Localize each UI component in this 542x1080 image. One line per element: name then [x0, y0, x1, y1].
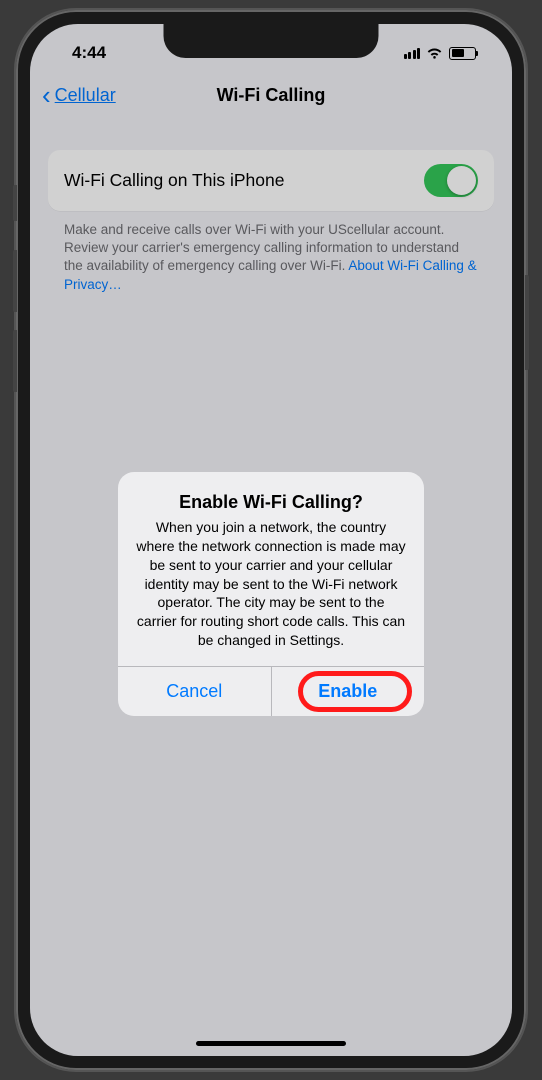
modal-overlay: Enable Wi-Fi Calling? When you join a ne… — [30, 24, 512, 1056]
alert-title: Enable Wi-Fi Calling? — [136, 492, 406, 513]
volume-down-button — [13, 330, 17, 392]
notch — [164, 24, 379, 58]
screen: 4:44 ‹ Cellular Wi-Fi Calling Wi-Fi Ca — [30, 24, 512, 1056]
enable-label: Enable — [318, 681, 377, 701]
alert-message: When you join a network, the country whe… — [136, 518, 406, 650]
home-indicator[interactable] — [196, 1041, 346, 1046]
alert-body: Enable Wi-Fi Calling? When you join a ne… — [118, 472, 424, 666]
mute-switch — [13, 185, 17, 221]
alert-buttons: Cancel Enable — [118, 666, 424, 716]
cancel-button[interactable]: Cancel — [118, 667, 272, 716]
phone-frame: 4:44 ‹ Cellular Wi-Fi Calling Wi-Fi Ca — [16, 10, 526, 1070]
volume-up-button — [13, 250, 17, 312]
cancel-label: Cancel — [166, 681, 222, 701]
enable-button[interactable]: Enable — [272, 667, 425, 716]
alert-dialog: Enable Wi-Fi Calling? When you join a ne… — [118, 472, 424, 716]
power-button — [525, 275, 529, 370]
